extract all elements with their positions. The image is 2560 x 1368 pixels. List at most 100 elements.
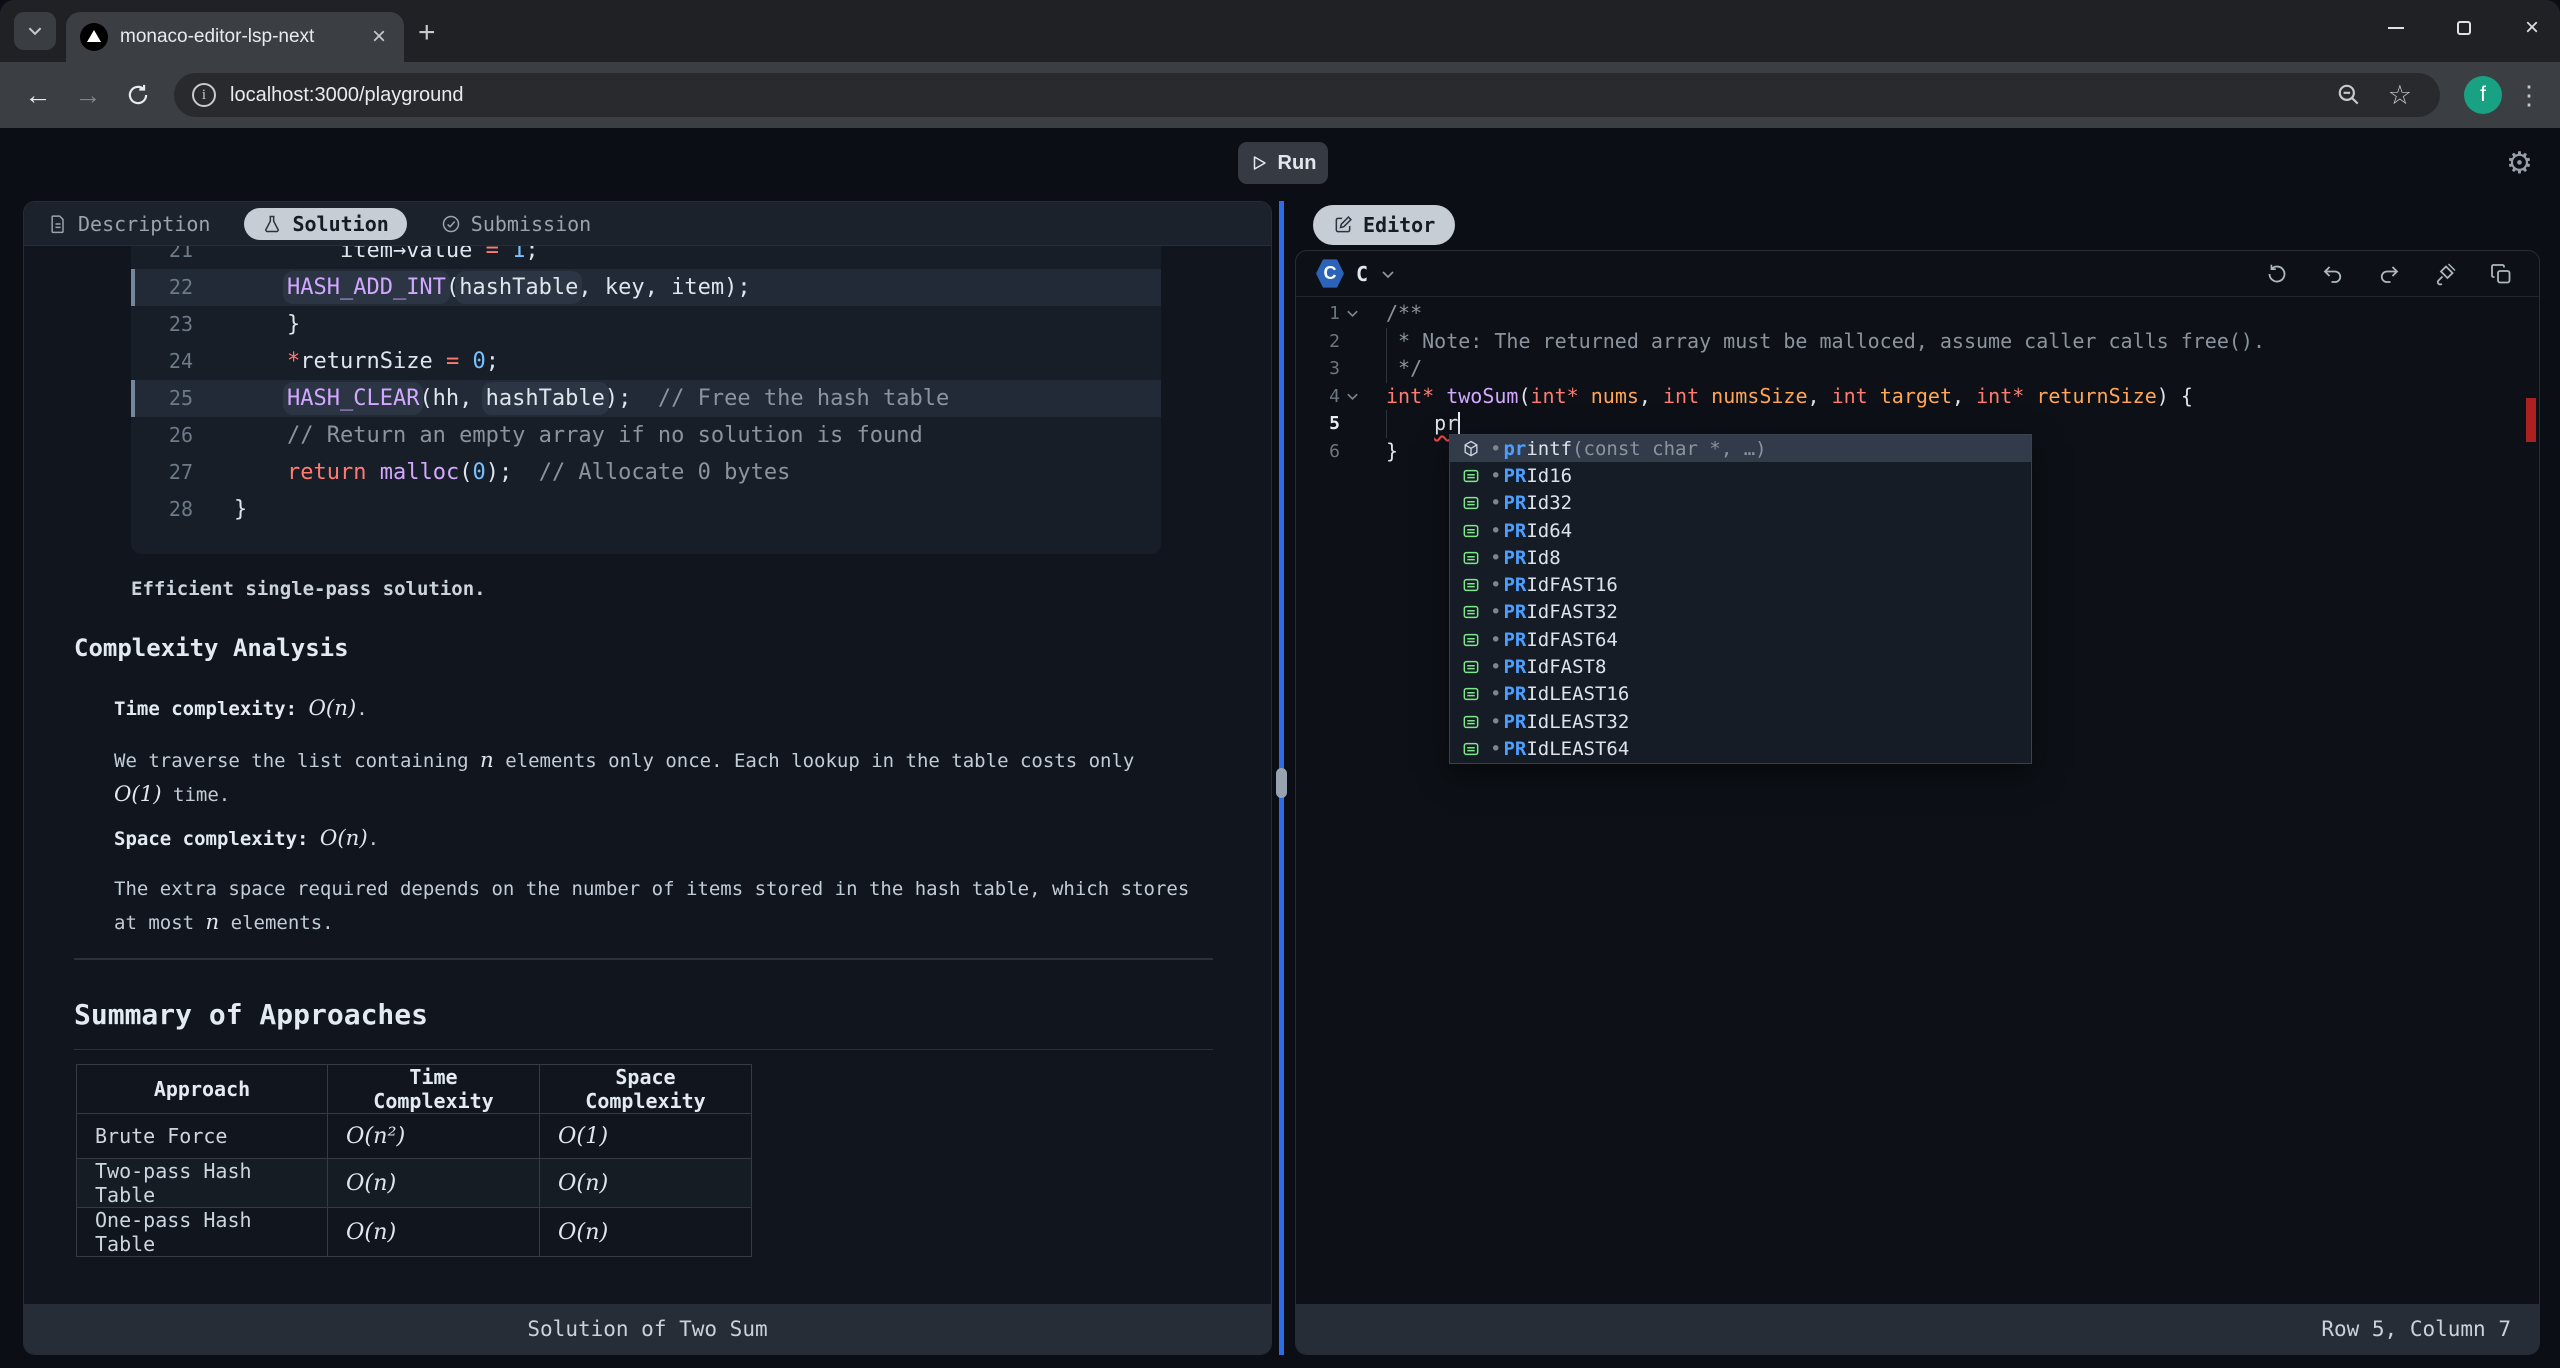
zoom-icon[interactable] [2336, 82, 2362, 108]
suggest-item[interactable]: •PRId16 [1450, 462, 2031, 489]
suggest-item[interactable]: •printf(const char *, …) [1450, 435, 2031, 462]
code-line: 21 item→value = 1; [131, 246, 1161, 269]
summary-heading: Summary of Approaches [74, 998, 1213, 1050]
symbol-text-icon [1460, 547, 1482, 569]
editor-badge: Editor [1313, 205, 1455, 245]
address-bar[interactable]: i localhost:3000/playground ☆ [174, 73, 2440, 117]
approaches-table: ApproachTime ComplexitySpace ComplexityB… [76, 1064, 752, 1257]
code-line: 23 } [131, 306, 1161, 343]
table-cell: Brute Force [77, 1114, 328, 1159]
tab-solution[interactable]: Solution [244, 208, 406, 240]
play-icon [1250, 154, 1268, 172]
forward-button[interactable]: → [66, 73, 110, 117]
line-number: 26 [131, 417, 193, 454]
browser-tab[interactable]: monaco-editor-lsp-next × [66, 12, 404, 62]
reset-icon[interactable] [2265, 262, 2289, 286]
minimize-button[interactable] [2386, 18, 2406, 38]
editor-toolbar: C C [1296, 251, 2539, 297]
redo-icon[interactable] [2377, 262, 2401, 286]
editor-line[interactable]: 1/** [1296, 300, 2539, 328]
space-complexity-line: Space complexity: O(n). [114, 822, 1192, 856]
fold-chevron-icon[interactable] [1340, 300, 1364, 328]
editor-area: Editor C C [1295, 201, 2540, 1355]
maximize-button[interactable] [2454, 18, 2474, 38]
chevron-down-icon[interactable] [1380, 266, 1396, 282]
code-line: 27 return malloc(0); // Allocate 0 bytes [131, 454, 1161, 491]
reload-button[interactable] [116, 73, 160, 117]
fold-chevron-icon[interactable] [1340, 383, 1364, 411]
tab-label: Submission [471, 212, 591, 236]
c-language-icon: C [1316, 259, 1344, 289]
table-cell: O(n) [540, 1159, 752, 1208]
code-line: 25 HASH_CLEAR(hh, hashTable); // Free th… [131, 380, 1161, 417]
settings-gear-icon[interactable]: ⚙ [2506, 146, 2533, 181]
fold-gutter [1340, 328, 1364, 356]
suggest-item[interactable]: •PRIdFAST8 [1450, 653, 2031, 680]
undo-icon[interactable] [2321, 262, 2345, 286]
problem-panel-tabs: Description Solution Submission [24, 202, 1271, 246]
table-row: One-pass Hash TableO(n)O(n) [77, 1208, 752, 1257]
editor-line[interactable]: 4int* twoSum(int* nums, int numsSize, in… [1296, 383, 2539, 411]
window-controls: × [2386, 18, 2542, 38]
fold-guide [1386, 410, 1387, 438]
table-cell: One-pass Hash Table [77, 1208, 328, 1257]
symbol-text-icon [1460, 520, 1482, 542]
site-info-icon[interactable]: i [192, 83, 216, 107]
reload-icon [125, 82, 151, 108]
table-row: Two-pass Hash TableO(n)O(n) [77, 1159, 752, 1208]
closing-note: Efficient single-pass solution. [131, 578, 486, 600]
new-tab-button[interactable]: + [418, 18, 436, 48]
copy-icon[interactable] [2489, 262, 2513, 286]
playground-app: Run ⚙ Description Solution [0, 128, 2560, 1368]
symbol-text-icon [1460, 492, 1482, 514]
document-icon [48, 214, 68, 234]
complexity-heading: Complexity Analysis [74, 634, 349, 662]
suggest-item[interactable]: •PRIdLEAST64 [1450, 735, 2031, 762]
line-number: 3 [1296, 355, 1340, 383]
table-row: Brute ForceO(n²)O(1) [77, 1114, 752, 1159]
problem-panel: Description Solution Submission 21 [23, 201, 1272, 1355]
tab-title: monaco-editor-lsp-next [120, 26, 368, 48]
table-header: Time Complexity [328, 1065, 540, 1114]
url-text[interactable]: localhost:3000/playground [230, 84, 464, 107]
symbol-text-icon [1460, 629, 1482, 651]
suggest-item[interactable]: •PRIdLEAST32 [1450, 708, 2031, 735]
panel-resize-grip[interactable] [1276, 768, 1287, 798]
bookmark-star-icon[interactable]: ☆ [2388, 80, 2412, 111]
line-number: 2 [1296, 328, 1340, 356]
suggest-item[interactable]: •PRIdFAST64 [1450, 626, 2031, 653]
symbol-text-icon [1460, 738, 1482, 760]
back-button[interactable]: ← [16, 73, 60, 117]
close-button[interactable]: × [2522, 18, 2542, 38]
solution-code-block: 21 item→value = 1;22 HASH_ADD_INT(hashTa… [131, 246, 1161, 554]
suggest-item[interactable]: •PRIdFAST32 [1450, 599, 2031, 626]
format-brush-icon[interactable] [2433, 262, 2457, 286]
suggest-item[interactable]: •PRId64 [1450, 517, 2031, 544]
tab-label: Description [78, 212, 210, 236]
site-favicon-icon [80, 23, 108, 51]
suggest-item[interactable]: •PRId32 [1450, 490, 2031, 517]
line-number: 23 [131, 306, 193, 343]
symbol-text-icon [1460, 574, 1482, 596]
tab-description[interactable]: Description [48, 212, 210, 236]
tab-search-button[interactable] [14, 12, 56, 50]
language-selector[interactable]: C [1356, 262, 1368, 286]
editor-line[interactable]: 2 * Note: The returned array must be mal… [1296, 328, 2539, 356]
table-cell: Two-pass Hash Table [77, 1159, 328, 1208]
fold-gutter [1340, 355, 1364, 383]
suggest-item[interactable]: •PRId8 [1450, 544, 2031, 571]
editor-line[interactable]: 3 */ [1296, 355, 2539, 383]
run-button[interactable]: Run [1238, 142, 1328, 184]
tab-submission[interactable]: Submission [441, 212, 591, 236]
code-line: 24 *returnSize = 0; [131, 343, 1161, 380]
table-cell: O(n) [328, 1159, 540, 1208]
suggest-item[interactable]: •PRIdLEAST16 [1450, 681, 2031, 708]
fold-gutter [1340, 438, 1364, 466]
profile-avatar[interactable]: f [2464, 76, 2502, 114]
suggest-item[interactable]: •PRIdFAST16 [1450, 571, 2031, 598]
browser-menu-icon[interactable]: ⋮ [2514, 80, 2544, 111]
editor-statusbar: Row 5, Column 7 [1296, 1304, 2539, 1354]
divider [74, 958, 1213, 960]
line-number: 21 [131, 246, 193, 269]
tab-close-icon[interactable]: × [368, 25, 390, 49]
